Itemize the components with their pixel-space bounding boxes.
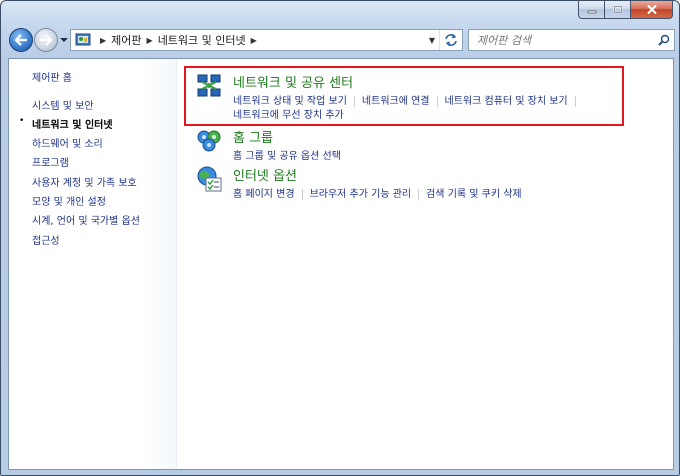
close-icon bbox=[646, 4, 657, 15]
network-center-icon bbox=[197, 74, 221, 97]
maximize-button[interactable] bbox=[604, 1, 630, 19]
forward-button[interactable] bbox=[34, 28, 58, 52]
task-link[interactable]: 검색 기록 및 쿠키 삭제 bbox=[426, 189, 522, 200]
caption-buttons bbox=[578, 1, 673, 20]
sidebar-item-programs[interactable]: 프로그램 bbox=[32, 154, 69, 169]
close-button[interactable] bbox=[630, 1, 673, 19]
recent-pages-dropdown-icon[interactable] bbox=[60, 36, 68, 44]
sidebar-item-accessibility[interactable]: 접근성 bbox=[32, 232, 60, 247]
address-dropdown-icon[interactable]: ▼ bbox=[425, 36, 439, 45]
breadcrumb-chevron-icon[interactable]: ▶ bbox=[100, 36, 106, 45]
category-links: 홈 페이지 변경 브라우저 추가 기능 관리 검색 기록 및 쿠키 삭제 bbox=[233, 185, 522, 200]
sidebar-item-hardware-sound[interactable]: 하드웨어 및 소리 bbox=[32, 135, 103, 150]
left-navigation-pane: 제어판 홈 시스템 및 보안 • 네트워크 및 인터넷 하드웨어 및 소리 프로… bbox=[9, 59, 177, 469]
task-link[interactable]: 홈 그룹 및 공유 옵션 선택 bbox=[233, 151, 341, 162]
link-separator bbox=[574, 95, 576, 107]
category-title[interactable]: 인터넷 옵션 bbox=[233, 165, 297, 184]
breadcrumb-chevron-icon[interactable]: ▶ bbox=[147, 36, 153, 45]
sidebar-item-system-security[interactable]: 시스템 및 보안 bbox=[32, 97, 94, 112]
sidebar-item-control-panel-home[interactable]: 제어판 홈 bbox=[32, 69, 72, 84]
search-icon bbox=[658, 34, 670, 46]
category-network-sharing-center: 네트워크 및 공유 센터 네트워크 상태 및 작업 보기 네트워크에 연결 네트워크… bbox=[195, 72, 615, 122]
task-link[interactable]: 네트워크에 무선 장치 추가 bbox=[233, 110, 344, 121]
breadcrumb-chevron-icon[interactable]: ▶ bbox=[251, 36, 257, 45]
internet-options-icon bbox=[197, 166, 222, 192]
task-link[interactable]: 브라우저 추가 기능 관리 bbox=[310, 189, 412, 200]
minimize-icon bbox=[587, 10, 596, 13]
back-arrow-icon bbox=[14, 34, 27, 46]
link-separator bbox=[301, 188, 303, 200]
task-link[interactable]: 홈 페이지 변경 bbox=[233, 189, 295, 200]
refresh-icon bbox=[445, 34, 457, 46]
homegroup-icon bbox=[197, 130, 221, 152]
category-internet-options: 인터넷 옵션 홈 페이지 변경 브라우저 추가 기능 관리 검색 기록 및 쿠키 삭… bbox=[195, 165, 615, 200]
sidebar-item-appearance[interactable]: 모양 및 개인 설정 bbox=[32, 193, 106, 208]
link-separator bbox=[436, 95, 438, 107]
task-link[interactable]: 네트워크에 연결 bbox=[362, 96, 430, 107]
breadcrumb-control-panel[interactable]: 제어판 bbox=[111, 32, 141, 48]
sidebar-item-network-internet[interactable]: 네트워크 및 인터넷 bbox=[32, 116, 113, 131]
category-links-row2: 네트워크에 무선 장치 추가 bbox=[233, 106, 344, 121]
category-links: 네트워크 상태 및 작업 보기 네트워크에 연결 네트워크 컴퓨터 및 장치 보기 bbox=[233, 92, 583, 107]
content-area: 제어판 홈 시스템 및 보안 • 네트워크 및 인터넷 하드웨어 및 소리 프로… bbox=[8, 58, 674, 470]
breadcrumb: ▶ 제어판 ▶ 네트워크 및 인터넷 ▶ bbox=[95, 32, 425, 48]
address-bar[interactable]: ▶ 제어판 ▶ 네트워크 및 인터넷 ▶ ▼ bbox=[70, 29, 463, 51]
title-bar[interactable] bbox=[1, 1, 679, 25]
link-separator bbox=[418, 188, 420, 200]
forward-arrow-icon bbox=[40, 34, 53, 46]
sidebar-item-clock-language-region[interactable]: 시계, 언어 및 국가별 옵션 bbox=[32, 212, 140, 227]
maximize-icon bbox=[613, 5, 622, 13]
minimize-button[interactable] bbox=[578, 1, 604, 19]
refresh-button[interactable] bbox=[439, 30, 462, 50]
sidebar-item-user-accounts[interactable]: 사용자 계정 및 가족 보호 bbox=[32, 174, 137, 189]
category-links: 홈 그룹 및 공유 옵션 선택 bbox=[233, 147, 341, 162]
navigation-bar: ▶ 제어판 ▶ 네트워크 및 인터넷 ▶ ▼ bbox=[1, 25, 679, 57]
current-item-bullet: • bbox=[19, 116, 25, 126]
control-panel-icon bbox=[75, 33, 91, 46]
search-box[interactable] bbox=[468, 29, 675, 51]
breadcrumb-network-internet[interactable]: 네트워크 및 인터넷 bbox=[158, 32, 246, 48]
control-panel-window: ▶ 제어판 ▶ 네트워크 및 인터넷 ▶ ▼ 제어판 검색 제어판 홈 시스템 … bbox=[0, 0, 680, 476]
task-link[interactable]: 네트워크 컴퓨터 및 장치 보기 bbox=[445, 96, 568, 107]
category-pane: 네트워크 및 공유 센터 네트워크 상태 및 작업 보기 네트워크에 연결 네트워크… bbox=[177, 59, 673, 469]
category-title[interactable]: 홈 그룹 bbox=[233, 127, 273, 146]
back-button[interactable] bbox=[9, 28, 33, 52]
link-separator bbox=[353, 95, 355, 107]
search-button[interactable] bbox=[654, 34, 674, 46]
category-homegroup: 홈 그룹 홈 그룹 및 공유 옵션 선택 bbox=[195, 127, 615, 162]
search-input[interactable] bbox=[469, 32, 654, 48]
category-title[interactable]: 네트워크 및 공유 센터 bbox=[233, 72, 353, 91]
